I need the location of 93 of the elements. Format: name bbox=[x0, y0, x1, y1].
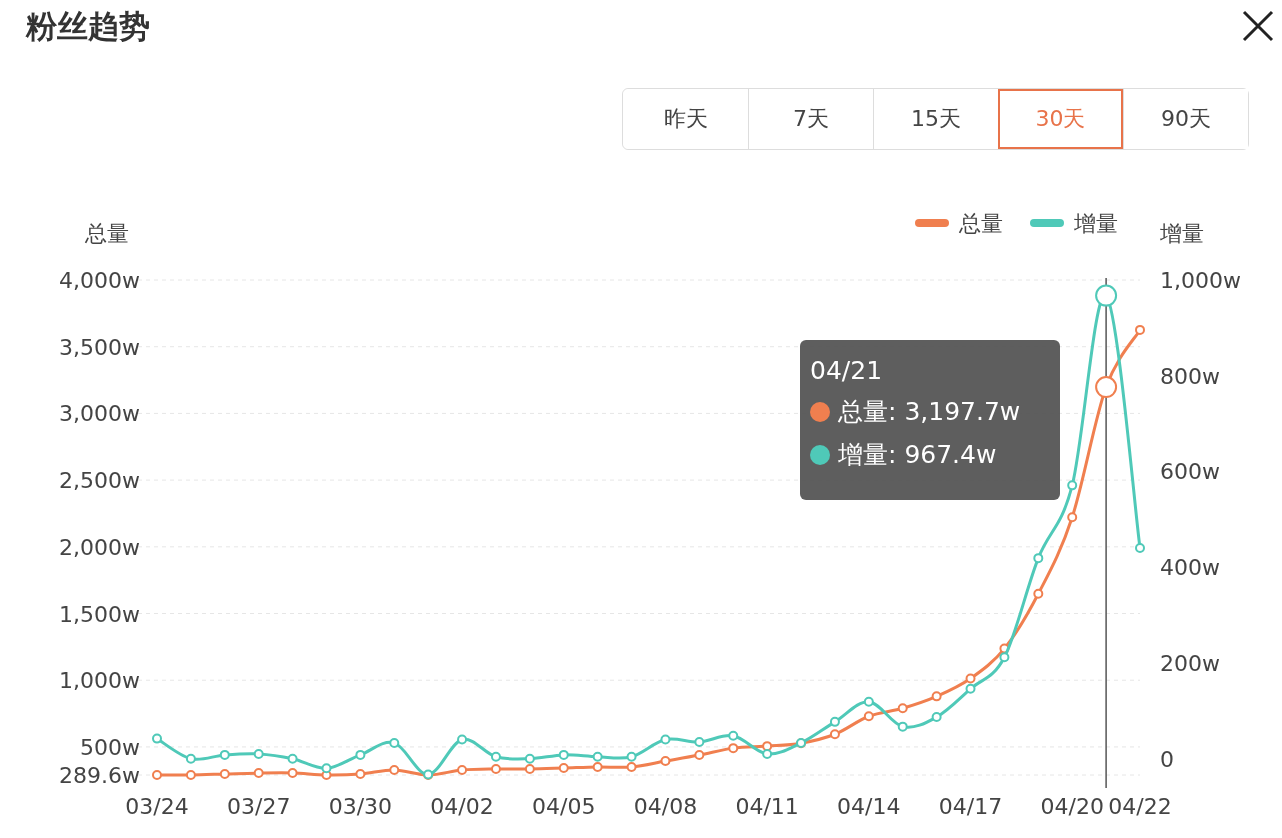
data-point bbox=[287, 753, 298, 764]
legend-label: 增量 bbox=[1073, 211, 1118, 236]
data-point bbox=[1135, 324, 1145, 335]
data-point bbox=[355, 769, 366, 779]
data-point bbox=[694, 750, 705, 761]
data-point bbox=[355, 749, 366, 760]
data-point bbox=[796, 737, 807, 748]
x-axis-label: 04/05 bbox=[532, 794, 596, 819]
close-icon bbox=[1242, 10, 1274, 42]
data-point bbox=[626, 761, 637, 772]
data-point bbox=[490, 751, 501, 762]
y-axis-label: 3,000w bbox=[59, 401, 140, 427]
data-point bbox=[253, 748, 264, 759]
y-axis-label: 1,000w bbox=[1160, 268, 1241, 293]
x-axis-label: 04/17 bbox=[938, 794, 1003, 819]
data-point bbox=[965, 673, 976, 684]
data-point bbox=[389, 765, 400, 775]
data-point bbox=[1067, 512, 1078, 523]
y-axis-label: 2,500w bbox=[59, 468, 140, 494]
data-point bbox=[863, 711, 874, 722]
range-tab[interactable]: 90天 bbox=[1123, 89, 1248, 149]
data-point bbox=[253, 768, 264, 779]
data-point bbox=[999, 652, 1010, 663]
data-point bbox=[1135, 543, 1145, 554]
y-axis-label: 400w bbox=[1160, 555, 1220, 581]
y-axis-label: 600w bbox=[1160, 459, 1220, 485]
legend-label: 总量 bbox=[958, 211, 1003, 236]
legend-item[interactable]: 增量 bbox=[1030, 211, 1118, 236]
data-point bbox=[389, 737, 400, 748]
tooltip-date: 04/21 bbox=[810, 356, 884, 385]
tooltip-value: 增量: 967.4w bbox=[838, 439, 997, 471]
data-point bbox=[626, 751, 637, 762]
data-point bbox=[219, 749, 230, 760]
data-point bbox=[490, 763, 501, 774]
x-axis-label: 03/27 bbox=[227, 794, 291, 819]
dialog-title: 粉丝趋势 bbox=[26, 7, 150, 46]
data-point bbox=[897, 703, 908, 714]
data-point bbox=[1033, 553, 1044, 564]
tooltip-value: 总量: 3,197.7w bbox=[838, 396, 1021, 428]
data-point bbox=[558, 749, 569, 760]
data-point bbox=[457, 734, 468, 745]
data-point bbox=[762, 748, 773, 759]
x-axis-label: 04/22 bbox=[1108, 794, 1172, 819]
y-axis-label: 800w bbox=[1160, 363, 1220, 389]
y-axis-label: 3,500w bbox=[59, 334, 140, 360]
data-point bbox=[694, 736, 705, 747]
y-axis-label: 2,000w bbox=[59, 534, 140, 560]
data-point bbox=[863, 696, 874, 707]
x-axis-label: 04/14 bbox=[837, 794, 901, 819]
x-axis-label: 04/08 bbox=[633, 794, 698, 819]
x-axis-label: 04/20 bbox=[1040, 794, 1104, 819]
data-point bbox=[660, 734, 671, 745]
data-point bbox=[592, 751, 603, 762]
data-point bbox=[1033, 588, 1044, 599]
data-point bbox=[152, 733, 162, 744]
y-axis-label: 4,000w bbox=[59, 268, 140, 293]
y-axis-label: 0 bbox=[1160, 746, 1174, 772]
data-point bbox=[152, 770, 162, 780]
data-point bbox=[897, 721, 908, 732]
x-axis-label: 04/11 bbox=[735, 794, 799, 819]
data-point bbox=[592, 761, 603, 772]
data-point bbox=[660, 756, 671, 767]
data-point bbox=[558, 763, 569, 773]
data-point bbox=[728, 743, 739, 754]
axis-title: 总量 bbox=[85, 221, 129, 246]
data-point bbox=[185, 753, 196, 764]
y-axis-label: 1,000w bbox=[59, 668, 140, 694]
data-point bbox=[287, 767, 298, 778]
data-point bbox=[829, 729, 840, 740]
y-axis-label: 289.6w bbox=[59, 763, 140, 788]
data-point bbox=[931, 712, 942, 723]
y-axis-label: 200w bbox=[1160, 651, 1220, 676]
data-point bbox=[1095, 284, 1118, 307]
x-axis-label: 04/02 bbox=[430, 794, 494, 819]
data-point bbox=[965, 683, 976, 694]
data-point bbox=[321, 763, 332, 774]
data-point bbox=[1095, 376, 1118, 399]
legend-item[interactable]: 总量 bbox=[915, 211, 1003, 236]
x-axis-label: 03/24 bbox=[125, 794, 189, 819]
data-point bbox=[762, 741, 773, 752]
y-axis-label: 1,500w bbox=[59, 601, 140, 627]
data-point bbox=[185, 769, 196, 780]
data-point bbox=[219, 769, 230, 779]
data-point bbox=[1067, 480, 1078, 491]
y-axis-label: 500w bbox=[80, 734, 140, 760]
data-point bbox=[931, 691, 942, 702]
data-point bbox=[829, 716, 840, 727]
x-axis-label: 03/30 bbox=[328, 794, 393, 819]
axis-title: 增量 bbox=[1160, 221, 1204, 246]
data-point bbox=[728, 730, 739, 741]
data-point bbox=[457, 765, 468, 775]
data-point bbox=[524, 753, 535, 764]
data-point bbox=[524, 763, 535, 774]
